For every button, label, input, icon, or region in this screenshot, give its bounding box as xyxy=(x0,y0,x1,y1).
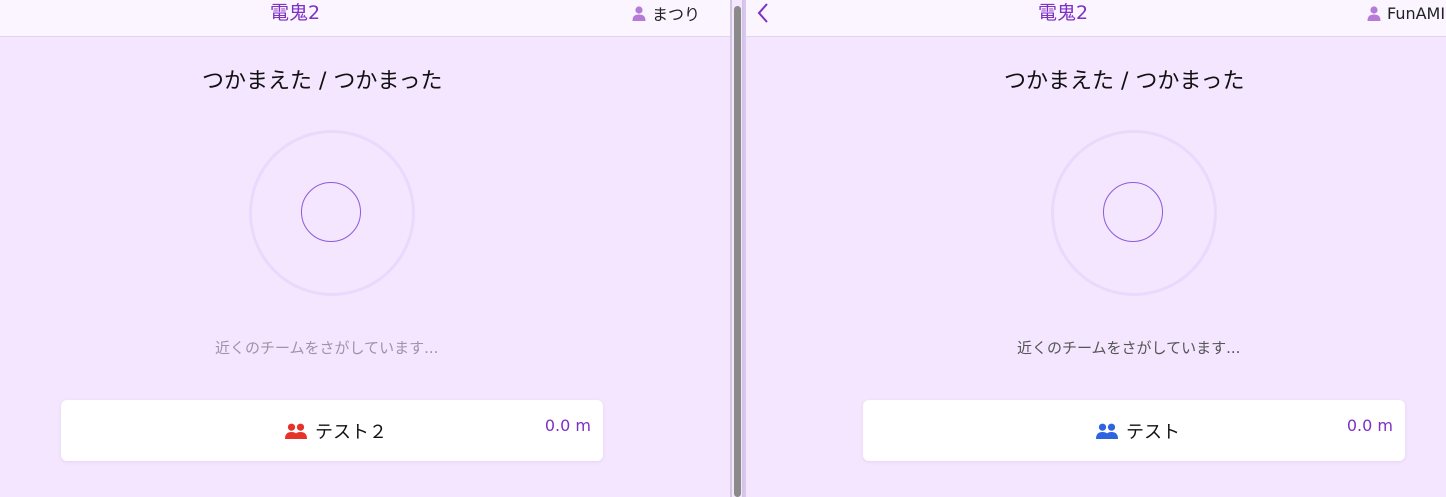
chevron-left-icon[interactable] xyxy=(756,2,770,24)
person-icon xyxy=(632,5,646,21)
scrollbar[interactable] xyxy=(734,6,741,497)
status-text: 近くのチームをさがしています... xyxy=(215,339,439,357)
username: まつり xyxy=(652,5,701,24)
page-title: つかまえた / つかまった xyxy=(1004,69,1245,94)
right-phone-screen: 電鬼2 FunAMI つかまえた / つかまった 近くのチームをさがしています.… xyxy=(746,0,1446,497)
radar-inner-ring xyxy=(1103,182,1163,242)
radar-inner-ring xyxy=(301,182,361,242)
user-menu[interactable]: まつり xyxy=(632,0,700,26)
team-card[interactable]: テスト 0.0 m xyxy=(863,400,1405,461)
person-icon xyxy=(1367,5,1381,21)
status-text: 近くのチームをさがしています... xyxy=(1017,339,1241,357)
page-title: つかまえた / つかまった xyxy=(202,69,443,94)
left-phone-screen: 電鬼2 まつり つかまえた / つかまった 近くのチームをさがしています... … xyxy=(0,0,730,497)
app-header: 電鬼2 まつり xyxy=(0,0,730,37)
pane-divider xyxy=(730,0,732,497)
app-title: 電鬼2 xyxy=(1038,2,1089,24)
team-name: テスト xyxy=(1126,421,1180,443)
team-icon xyxy=(285,423,307,439)
team-card[interactable]: テスト２ 0.0 m xyxy=(61,400,603,461)
app-header: 電鬼2 FunAMI xyxy=(746,0,1446,37)
username: FunAMI xyxy=(1387,3,1446,23)
team-distance: 0.0 m xyxy=(544,416,591,435)
team-label: テスト２ xyxy=(285,400,387,461)
app-title: 電鬼2 xyxy=(270,2,321,24)
team-label: テスト xyxy=(1096,400,1180,461)
user-menu[interactable]: FunAMI xyxy=(1367,0,1445,26)
team-icon xyxy=(1096,423,1118,439)
team-distance: 0.0 m xyxy=(1346,416,1393,435)
team-name: テスト２ xyxy=(315,421,387,443)
